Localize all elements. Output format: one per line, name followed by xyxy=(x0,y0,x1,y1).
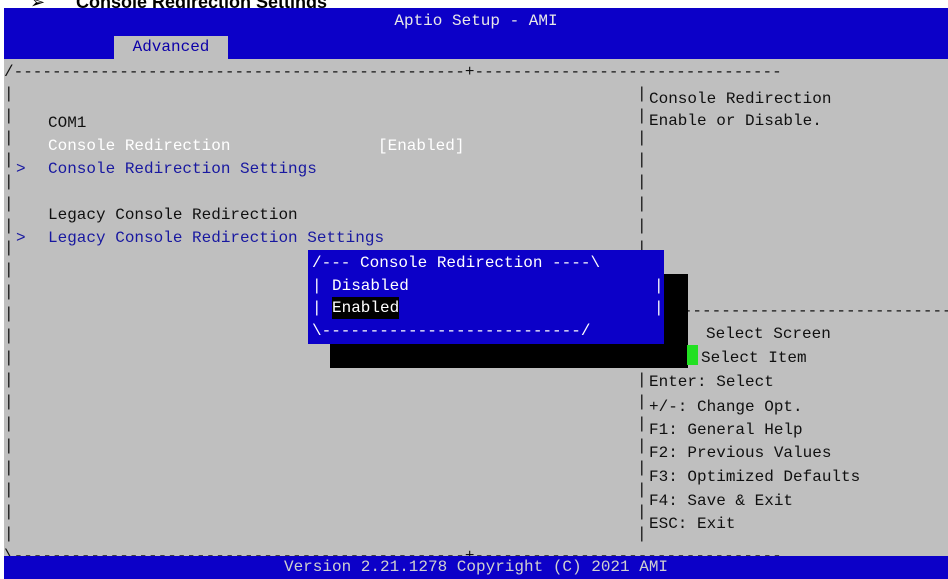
console-redirection-value[interactable]: [Enabled] xyxy=(378,135,464,157)
panel-divider: | xyxy=(637,415,647,433)
bios-screen: Aptio Setup - AMI Advanced /------------… xyxy=(4,8,948,579)
frame-left-border: | xyxy=(4,129,14,147)
frame-left-border: | xyxy=(4,415,14,433)
panel-divider: | xyxy=(637,173,647,191)
submenu-marker-icon: > xyxy=(16,160,26,178)
panel-divider: | xyxy=(637,217,647,235)
frame-left-border: | xyxy=(4,481,14,499)
frame-left-border: | xyxy=(4,217,14,235)
panel-divider: | xyxy=(637,503,647,521)
tab-advanced[interactable]: Advanced xyxy=(114,36,228,59)
key-help-f1: F1: General Help xyxy=(649,421,803,439)
frame-left-border: | xyxy=(4,459,14,477)
frame-left-border: | xyxy=(4,371,14,389)
frame-left-border: | xyxy=(4,173,14,191)
frame-left-border: | xyxy=(4,525,14,543)
panel-divider: | xyxy=(637,107,647,125)
panel-divider: | xyxy=(637,437,647,455)
key-help-enter: Enter: Select xyxy=(649,373,774,391)
console-redirection-popup: /--- Console Redirection ----\ | Disable… xyxy=(308,250,664,344)
panel-divider: | xyxy=(637,85,647,103)
frame-left-border: | xyxy=(4,85,14,103)
panel-divider: | xyxy=(637,129,647,147)
frame-left-border: | xyxy=(4,151,14,169)
frame-top-border: /---------------------------------------… xyxy=(4,63,782,81)
frame-left-border: | xyxy=(4,327,14,345)
key-help-select-item: Select Item xyxy=(701,349,807,367)
popup-right-border: | xyxy=(654,277,664,295)
submenu-marker-icon: > xyxy=(16,229,26,247)
console-redirection-option[interactable]: Console Redirection xyxy=(48,135,230,157)
panel-divider: | xyxy=(637,151,647,169)
legacy-console-label: Legacy Console Redirection xyxy=(48,206,298,224)
title-bar: Aptio Setup - AMI Advanced xyxy=(4,8,948,59)
key-help-select-screen: Select Screen xyxy=(706,325,831,343)
help-separator: --------------------------------- xyxy=(654,302,948,320)
popup-right-border: | xyxy=(654,299,664,317)
panel-divider: | xyxy=(637,393,647,411)
key-help-f4: F4: Save & Exit xyxy=(649,492,794,510)
frame-left-border: | xyxy=(4,195,14,213)
frame-left-border: | xyxy=(4,503,14,521)
frame-left-border: | xyxy=(4,239,14,257)
key-help-esc: ESC: Exit xyxy=(649,515,736,533)
frame-left-border: | xyxy=(4,261,14,279)
help-text-line: Console Redirection xyxy=(649,90,832,108)
key-help-change-opt: +/-: Change Opt. xyxy=(649,398,803,416)
popup-option-border: | xyxy=(312,277,332,295)
panel-divider: | xyxy=(637,459,647,477)
console-redirection-settings-link[interactable]: Console Redirection Settings xyxy=(48,158,317,180)
popup-title: /--- Console Redirection ----\ xyxy=(312,254,601,272)
frame-left-border: | xyxy=(4,349,14,367)
key-help-f2: F2: Previous Values xyxy=(649,444,832,462)
cursor-block xyxy=(687,345,698,365)
legacy-console-settings-link[interactable]: Legacy Console Redirection Settings xyxy=(48,227,384,249)
popup-option-border: | xyxy=(312,299,332,317)
frame-left-border: | xyxy=(4,283,14,301)
panel-divider: | xyxy=(637,481,647,499)
help-text-line: Enable or Disable. xyxy=(649,112,822,130)
popup-option-disabled[interactable]: Disabled xyxy=(332,275,409,297)
frame-left-border: | xyxy=(4,437,14,455)
app-title: Aptio Setup - AMI xyxy=(394,12,558,30)
panel-divider: | xyxy=(637,195,647,213)
footer-version: Version 2.21.1278 Copyright (C) 2021 AMI xyxy=(4,556,948,579)
panel-divider: | xyxy=(637,371,647,389)
panel-divider: | xyxy=(637,525,647,543)
key-help-f3: F3: Optimized Defaults xyxy=(649,468,861,486)
frame-left-border: | xyxy=(4,305,14,323)
popup-option-enabled[interactable]: Enabled xyxy=(332,297,400,319)
popup-bottom-border: \---------------------------/ xyxy=(312,322,591,340)
frame-left-border: | xyxy=(4,393,14,411)
com-port-label: COM1 xyxy=(48,114,87,132)
frame-left-border: | xyxy=(4,107,14,125)
